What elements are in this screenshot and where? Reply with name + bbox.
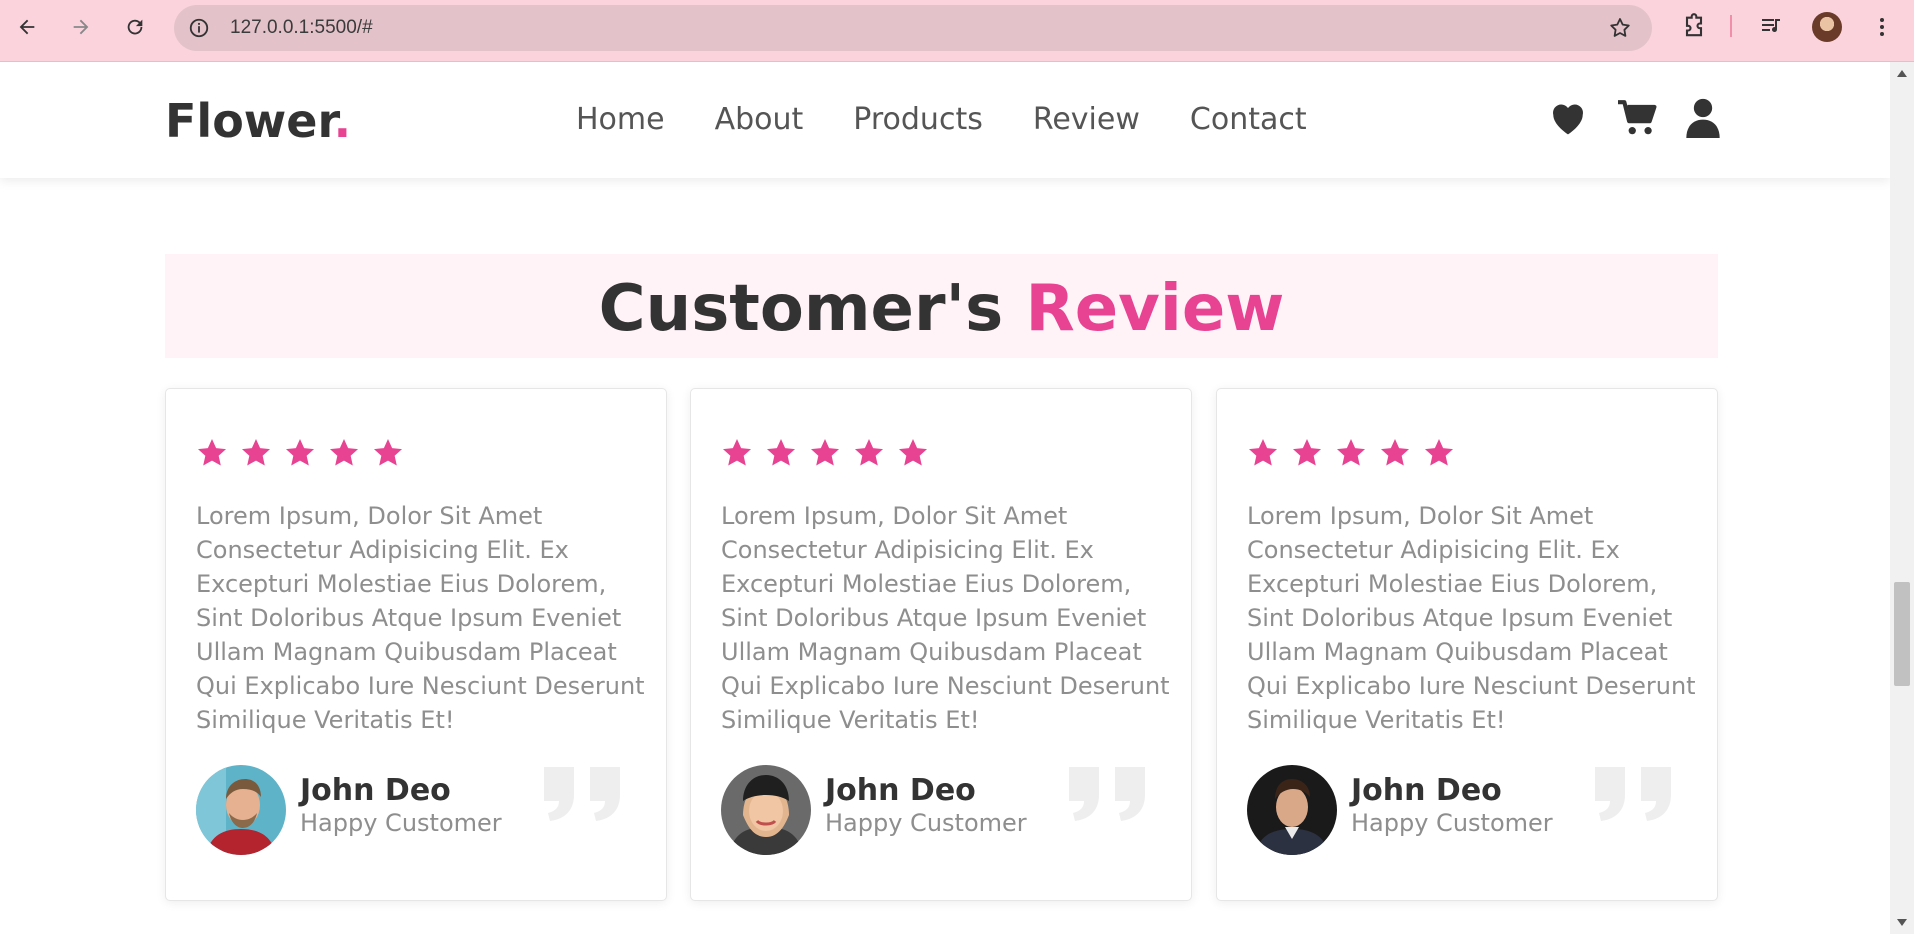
header-icons — [1548, 98, 1720, 138]
review-card: Lorem Ipsum, Dolor Sit Amet Consectetur … — [165, 388, 667, 901]
url-text: 127.0.0.1:5500/# — [230, 17, 373, 38]
media-queue-icon[interactable] — [1758, 14, 1786, 38]
arrow-left-icon — [19, 19, 35, 35]
review-text: Lorem Ipsum, Dolor Sit Amet Consectetur … — [1247, 502, 1696, 734]
reviewer-name: John Deo — [300, 773, 451, 808]
logo-dot: . — [333, 94, 352, 148]
browser-toolbar: 127.0.0.1:5500/# — [0, 0, 1914, 62]
page-viewport: Flower. Home About Products Review Conta… — [0, 62, 1890, 934]
toolbar-divider — [1730, 15, 1732, 37]
scroll-up-arrow[interactable] — [1897, 70, 1907, 77]
more-menu-icon[interactable] — [1870, 14, 1894, 40]
reviewer-name: John Deo — [825, 773, 976, 808]
star-icon — [242, 439, 270, 466]
nav-review[interactable]: Review — [1033, 102, 1140, 137]
section-title-accent: Review — [1025, 272, 1285, 346]
scroll-down-arrow[interactable] — [1897, 919, 1907, 926]
heart-icon[interactable] — [1548, 100, 1588, 136]
star-icon — [286, 439, 314, 466]
site-header: Flower. Home About Products Review Conta… — [0, 62, 1890, 178]
extensions-puzzle-icon[interactable] — [1680, 13, 1708, 41]
star-icon — [1249, 439, 1277, 466]
star-icon — [374, 439, 402, 466]
section-title: Customer's Review — [165, 272, 1718, 346]
star-icon — [1425, 439, 1453, 466]
avatar — [721, 765, 811, 855]
star-icon — [1293, 439, 1321, 466]
star-icon — [767, 439, 795, 466]
address-bar[interactable]: 127.0.0.1:5500/# — [174, 5, 1652, 51]
star-rating — [721, 437, 929, 469]
site-info-icon[interactable] — [188, 17, 210, 39]
main-nav: Home About Products Review Contact — [576, 102, 1307, 137]
reviewer-role: Happy Customer — [825, 809, 1027, 837]
arrow-right-icon — [73, 19, 89, 35]
quote-icon — [1595, 767, 1671, 821]
logo[interactable]: Flower. — [165, 94, 351, 148]
review-text: Lorem Ipsum, Dolor Sit Amet Consectetur … — [721, 502, 1170, 734]
section-title-main: Customer's — [598, 272, 1004, 346]
star-icon — [723, 439, 751, 466]
section-heading-band: Customer's Review — [165, 254, 1718, 358]
star-icon — [330, 439, 358, 466]
reload-button[interactable] — [118, 10, 152, 44]
quote-icon — [1069, 767, 1145, 821]
review-card: Lorem Ipsum, Dolor Sit Amet Consectetur … — [690, 388, 1192, 901]
cart-icon[interactable] — [1616, 99, 1658, 137]
star-rating — [1247, 437, 1455, 469]
reviewer-role: Happy Customer — [300, 809, 502, 837]
review-card: Lorem Ipsum, Dolor Sit Amet Consectetur … — [1216, 388, 1718, 901]
scrollbar-thumb[interactable] — [1894, 582, 1910, 686]
star-icon — [899, 439, 927, 466]
bookmark-star-icon[interactable] — [1608, 16, 1632, 40]
review-text: Lorem Ipsum, Dolor Sit Amet Consectetur … — [196, 502, 645, 734]
star-icon — [1337, 439, 1365, 466]
star-icon — [811, 439, 839, 466]
star-icon — [1381, 439, 1409, 466]
nav-home[interactable]: Home — [576, 102, 665, 137]
reload-icon — [127, 19, 143, 35]
avatar — [1247, 765, 1337, 855]
user-icon[interactable] — [1686, 98, 1720, 138]
nav-products[interactable]: Products — [853, 102, 983, 137]
profile-avatar[interactable] — [1812, 12, 1842, 42]
reviewer-name: John Deo — [1351, 773, 1502, 808]
nav-contact[interactable]: Contact — [1190, 102, 1307, 137]
quote-icon — [544, 767, 620, 821]
nav-about[interactable]: About — [715, 102, 804, 137]
logo-text: Flower — [165, 94, 334, 148]
star-icon — [855, 439, 883, 466]
reviewer-role: Happy Customer — [1351, 809, 1553, 837]
star-rating — [196, 437, 404, 469]
forward-button[interactable] — [64, 10, 98, 44]
avatar — [196, 765, 286, 855]
star-icon — [198, 439, 226, 466]
page-scrollbar[interactable] — [1890, 62, 1914, 934]
back-button[interactable] — [10, 10, 44, 44]
